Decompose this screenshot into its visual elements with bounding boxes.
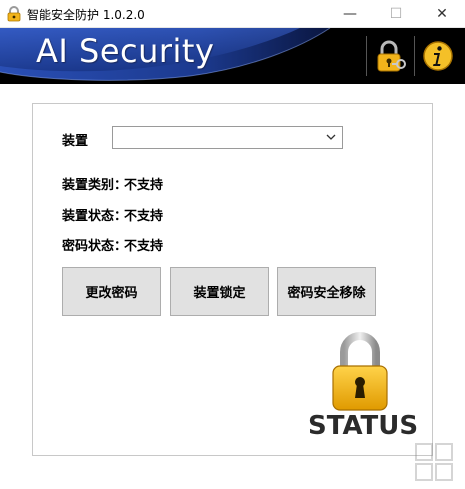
main-content: 装置 装置类别： 不支持 装置状态： 不支持 密码状态： 不支持 更改密码 装置… — [0, 84, 465, 489]
change-password-button[interactable]: 更改密码 — [62, 267, 161, 316]
close-icon: ✕ — [436, 6, 448, 22]
password-status-value: 不支持 — [124, 239, 164, 254]
padlock-icon — [332, 332, 388, 411]
secure-remove-button[interactable]: 密码安全移除 — [277, 267, 376, 316]
header-banner: AI Security — [0, 28, 465, 84]
maximize-button[interactable]: ☐ — [373, 0, 419, 28]
banner-divider — [414, 36, 415, 76]
app-lock-icon — [7, 6, 21, 22]
lock-device-button[interactable]: 装置锁定 — [170, 267, 269, 316]
brand-title: AI Security — [36, 32, 215, 70]
device-type-value: 不支持 — [124, 178, 164, 193]
lock-key-icon — [377, 40, 406, 72]
device-status-value: 不支持 — [124, 209, 164, 224]
minimize-button[interactable]: — — [327, 0, 373, 28]
chevron-down-icon — [326, 134, 336, 140]
password-settings-button[interactable] — [368, 34, 412, 78]
info-icon — [423, 41, 453, 71]
close-button[interactable]: ✕ — [419, 0, 465, 28]
title-bar: 智能安全防护 1.0.2.0 — ☐ ✕ — [0, 0, 465, 28]
device-select[interactable] — [112, 126, 343, 149]
about-button[interactable] — [416, 34, 460, 78]
banner-divider — [366, 36, 367, 76]
maximize-icon: ☐ — [389, 6, 403, 22]
watermark-logo — [415, 443, 453, 481]
device-type-label: 装置类别： — [62, 178, 128, 193]
password-status-label: 密码状态： — [62, 239, 128, 254]
status-label: STATUS — [308, 411, 419, 441]
device-label: 装置 — [62, 134, 89, 149]
minimize-icon: — — [343, 6, 357, 22]
window-title: 智能安全防护 1.0.2.0 — [27, 8, 145, 22]
device-status-label: 装置状态： — [62, 209, 128, 224]
